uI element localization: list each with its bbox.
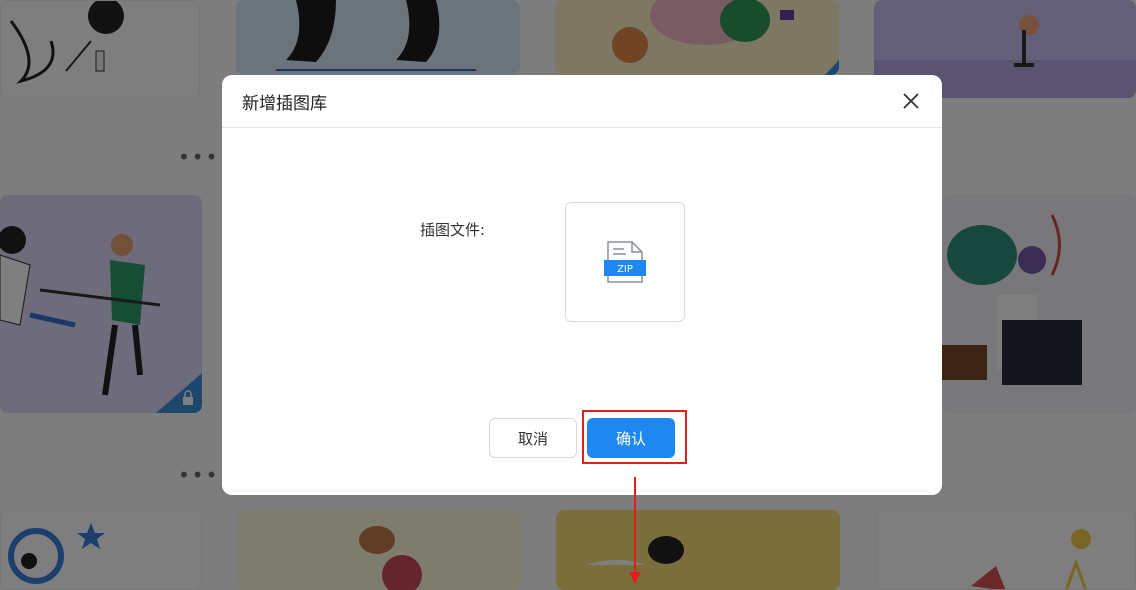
dialog-header: 新增插图库 [222,75,942,128]
file-upload-area[interactable]: ZIP [565,202,685,322]
dialog-title: 新增插图库 [242,93,327,114]
add-illustration-library-dialog: 新增插图库 插图文件: ZIP 取消 确认 [222,75,942,495]
annotation-arrow-head [629,572,641,584]
file-type-badge: ZIP [617,264,633,275]
annotation-arrow [634,477,636,575]
illustration-file-label: 插图文件: [420,221,486,239]
annotation-highlight-box [582,410,687,464]
close-icon[interactable] [900,90,922,112]
zip-file-icon: ZIP [604,241,646,283]
cancel-button[interactable]: 取消 [489,418,577,458]
